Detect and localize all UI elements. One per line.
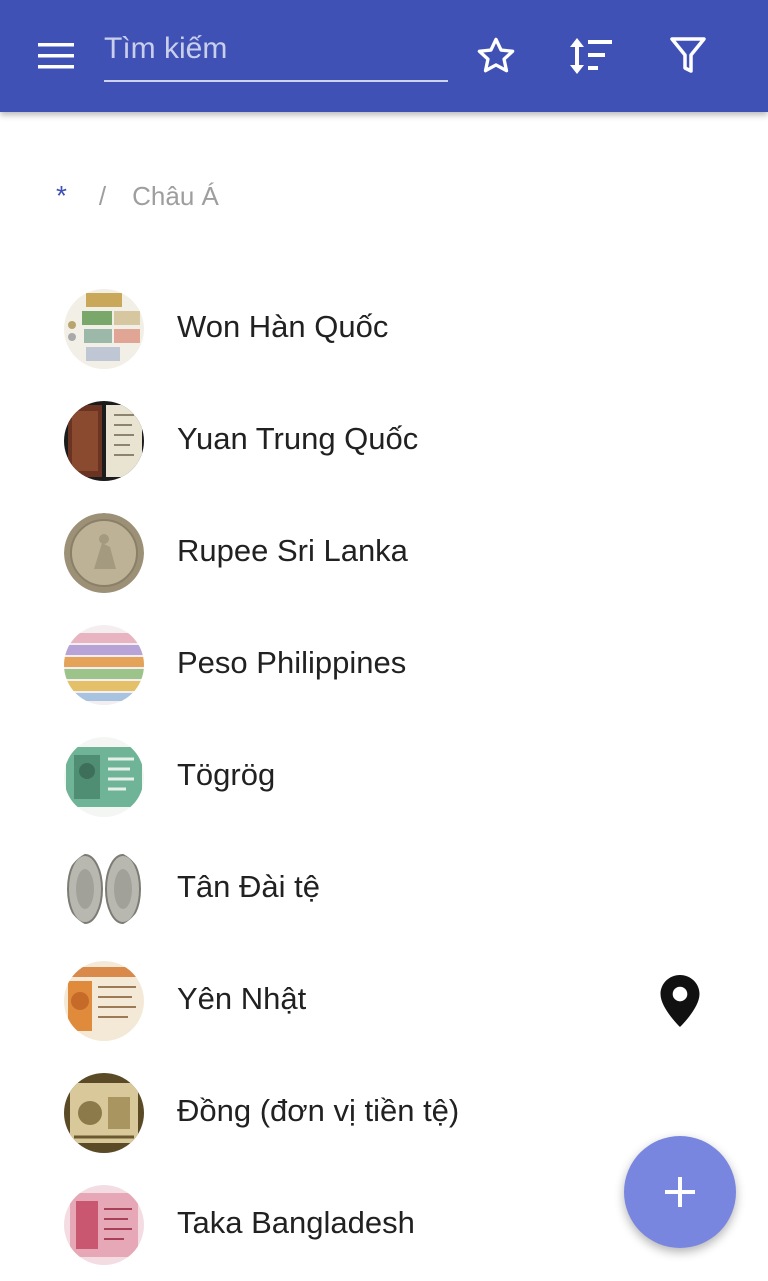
- sort-button[interactable]: [563, 28, 619, 84]
- breadcrumb-root[interactable]: *: [56, 180, 67, 212]
- currency-name: Taka Bangladesh: [177, 1205, 415, 1240]
- breadcrumb-separator: /: [98, 180, 107, 211]
- list-item[interactable]: Tân Đài tệ: [0, 833, 768, 945]
- menu-button[interactable]: [20, 30, 92, 82]
- currency-image: [64, 401, 144, 481]
- breadcrumb-current: Châu Á: [132, 180, 219, 211]
- currency-image: [64, 737, 144, 817]
- plus-icon: [665, 1177, 695, 1207]
- currency-name: Won Hàn Quốc: [177, 309, 389, 344]
- sort-icon: [570, 38, 612, 74]
- currency-image: [64, 961, 144, 1041]
- currency-image: [64, 1185, 144, 1265]
- filter-button[interactable]: [660, 28, 716, 84]
- currency-name: Tögrög: [177, 757, 276, 792]
- app-bar: [0, 0, 768, 112]
- location-pin-icon[interactable]: [660, 975, 700, 1027]
- menu-icon: [38, 43, 74, 69]
- coin-image: [64, 513, 144, 593]
- list-item[interactable]: Peso Philippines: [0, 609, 768, 721]
- coin-image: [64, 849, 144, 929]
- currency-name: Tân Đài tệ: [177, 869, 321, 904]
- currency-image: [64, 289, 144, 369]
- list-item[interactable]: Yên Nhật: [0, 945, 768, 1057]
- currency-name: Đồng (đơn vị tiền tệ): [177, 1093, 460, 1128]
- list-item[interactable]: Yuan Trung Quốc: [0, 385, 768, 497]
- currency-image: [64, 625, 144, 705]
- currency-list: Won Hàn Quốc Yuan Trung Quốc Rupee Sri L…: [0, 273, 768, 1281]
- currency-name: Rupee Sri Lanka: [177, 533, 408, 568]
- currency-name: Yuan Trung Quốc: [177, 421, 419, 456]
- currency-name: Peso Philippines: [177, 645, 407, 680]
- filter-icon: [670, 37, 706, 73]
- breadcrumb: * / Châu Á: [56, 180, 219, 212]
- list-item[interactable]: Tögrög: [0, 721, 768, 833]
- search-input[interactable]: [104, 22, 448, 76]
- add-button[interactable]: [624, 1136, 736, 1248]
- search-field: [104, 22, 448, 82]
- favorites-button[interactable]: [468, 28, 524, 84]
- currency-name: Yên Nhật: [177, 981, 307, 1016]
- list-item[interactable]: Rupee Sri Lanka: [0, 497, 768, 609]
- list-item[interactable]: Won Hàn Quốc: [0, 273, 768, 385]
- currency-image: [64, 1073, 144, 1153]
- star-outline-icon: [477, 37, 515, 73]
